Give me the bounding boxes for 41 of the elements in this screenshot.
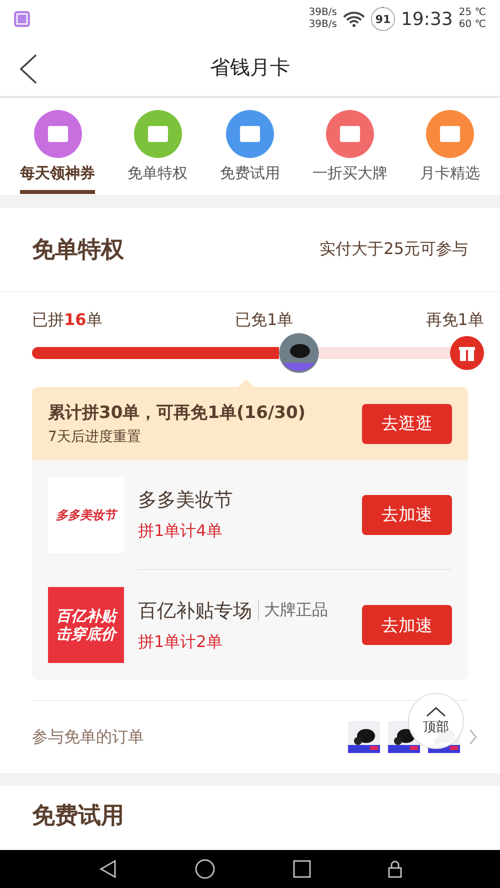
recent-apps-icon[interactable] — [292, 860, 310, 878]
logo-text: 百亿补贴 — [56, 607, 116, 625]
browse-button[interactable]: 去逛逛 — [362, 404, 452, 444]
logo-text: 击穿底价 — [56, 625, 116, 643]
order-multiplier: 拼1单计2单 — [138, 632, 224, 652]
logo-text: 多多美妆节 — [56, 508, 116, 522]
page-title: 省钱月卡 — [210, 54, 290, 80]
download-speed: 39B/s — [308, 19, 337, 31]
back-icon[interactable] — [18, 54, 38, 84]
progress-label: 已免1单 — [234, 310, 294, 331]
promo-subtitle: 7天后进度重置 — [48, 428, 142, 446]
section-title: 免单特权 — [32, 236, 124, 265]
progress-label: 再免1单 — [426, 310, 484, 331]
event-name: 多多美妆节 — [138, 488, 233, 513]
order-multiplier: 拼1单计4单 — [138, 521, 224, 542]
speed-up-button[interactable]: 去加速 — [362, 494, 452, 534]
section-title: 免费试用 — [32, 802, 125, 831]
home-icon[interactable] — [194, 858, 216, 880]
battery-level: 91 — [370, 7, 395, 31]
lock-icon[interactable] — [388, 860, 402, 878]
upload-speed: 39B/s — [308, 7, 337, 19]
section-note: 实付大于25元可参与 — [320, 239, 468, 260]
category-tab[interactable]: 免费试用 — [220, 110, 280, 194]
back-icon[interactable] — [98, 859, 116, 879]
temperature: 60 ℃ — [458, 19, 486, 31]
clock: 19:33 — [400, 8, 453, 30]
back-to-top-button[interactable]: 顶部 — [408, 693, 464, 749]
temperature: 25 ℃ — [458, 7, 486, 19]
event-tag: 大牌正品 — [258, 600, 328, 621]
category-tab[interactable]: 一折买大牌 — [312, 110, 388, 194]
gallery-icon — [14, 11, 30, 27]
gift-icon — [450, 336, 484, 370]
speed-up-button[interactable]: 去加速 — [362, 605, 452, 645]
orders-label[interactable]: 参与免单的订单 — [32, 726, 144, 748]
event-name: 百亿补贴专场 — [138, 598, 252, 624]
promo-title: 累计拼30单，可再免1单(16/30) — [48, 402, 306, 424]
category-tab[interactable]: 免单特权 — [128, 110, 188, 194]
progress-label: 已拼16单 — [32, 310, 102, 331]
wifi-icon — [342, 11, 365, 27]
chevron-up-icon — [426, 706, 446, 716]
category-tab[interactable]: 月卡精选 — [420, 110, 480, 194]
